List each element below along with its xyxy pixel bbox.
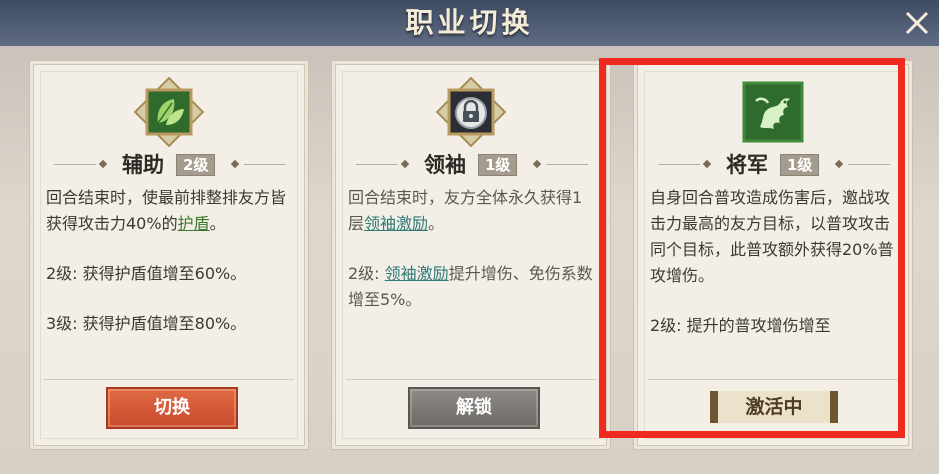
level-badge: 1级 [478, 154, 518, 176]
dragon-icon [742, 81, 804, 143]
diamond-ornament-icon [400, 159, 410, 169]
class-description: 回合结束时，友方全体永久获得1层领袖激励。 2级: 领袖激励提升增伤、免伤系数增… [348, 188, 593, 309]
unlock-button[interactable]: 解锁 [408, 387, 540, 429]
class-card-general: 将军 1级 自身回合普攻造成伤害后，邀战攻击力最高的友方目标，以普攻攻击同个目标… [637, 64, 909, 446]
class-description: 自身回合普攻造成伤害后，邀战攻击力最高的友方目标，以普攻攻击同个目标，此普攻额外… [650, 185, 900, 373]
keyword-link-shield[interactable]: 护盾 [178, 214, 210, 233]
window-title: 职业切换 [405, 6, 534, 39]
lock-icon [435, 76, 507, 148]
card-header: 辅助 2级 [34, 151, 304, 179]
diamond-ornament-icon [532, 159, 542, 169]
keyword-link-leader-inspire[interactable]: 领袖激励 [364, 214, 428, 233]
diamond-ornament-icon [702, 159, 712, 169]
class-name: 领袖 [424, 153, 466, 177]
emblem [133, 76, 205, 148]
title-bar: 职业切换 [0, 0, 939, 46]
card-header: 将军 1级 [638, 151, 908, 179]
level2-text: 2级: 获得护盾值增至60%。 [46, 264, 247, 283]
leaf-icon [133, 76, 205, 148]
level-badge: 1级 [780, 154, 820, 176]
divider [346, 379, 596, 380]
divider [44, 379, 294, 380]
level3-text: 3级: 获得护盾值增至80%。 [46, 314, 247, 333]
card-header: 领袖 1级 [336, 151, 606, 179]
active-status-label: 激活中 [718, 391, 830, 423]
diamond-ornament-icon [98, 159, 108, 169]
emblem [435, 76, 507, 148]
diamond-ornament-icon [834, 159, 844, 169]
class-name: 将军 [726, 153, 768, 177]
level2-text: 2级: 提升的普攻增伤增至 [650, 316, 831, 335]
diamond-ornament-icon [230, 159, 240, 169]
bracket-left-icon [710, 391, 718, 423]
class-name: 辅助 [122, 153, 164, 177]
keyword-link-leader-inspire[interactable]: 领袖激励 [385, 264, 449, 283]
bracket-right-icon [830, 391, 838, 423]
divider [648, 379, 898, 380]
close-icon[interactable] [900, 6, 934, 40]
switch-button[interactable]: 切换 [106, 387, 238, 429]
class-card-support: 辅助 2级 回合结束时，使最前排整排友方皆获得攻击力40%的护盾。 2级: 获得… [33, 64, 305, 446]
class-description: 回合结束时，使最前排整排友方皆获得攻击力40%的护盾。 2级: 获得护盾值增至6… [46, 185, 296, 373]
emblem [738, 77, 808, 147]
level-badge: 2级 [176, 154, 216, 176]
class-card-leader: 领袖 1级 回合结束时，友方全体永久获得1层领袖激励。 2级: 领袖激励提升增伤… [335, 64, 607, 446]
level1-text: 自身回合普攻造成伤害后，邀战攻击力最高的友方目标，以普攻攻击同个目标，此普攻额外… [650, 188, 894, 285]
